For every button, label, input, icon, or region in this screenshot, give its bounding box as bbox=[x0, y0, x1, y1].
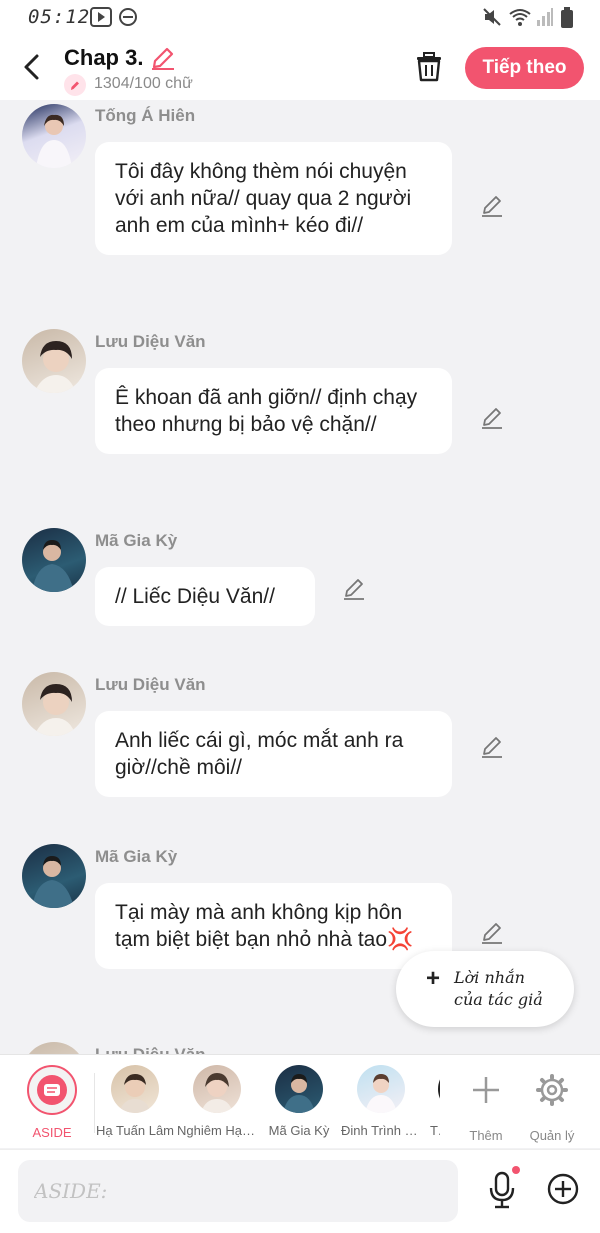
plus-icon: + bbox=[426, 965, 441, 992]
message-bubble[interactable]: Tại mày mà anh không kịp hôn tạm biệt bi… bbox=[95, 883, 452, 969]
next-button[interactable]: Tiếp theo bbox=[465, 47, 584, 89]
character-item[interactable]: Đinh Trình Hâm bbox=[341, 1065, 421, 1138]
avatar bbox=[275, 1065, 323, 1113]
character-name: Tr bbox=[430, 1123, 440, 1138]
media-player-icon bbox=[90, 7, 112, 27]
do-not-disturb-icon bbox=[119, 8, 137, 26]
avatar bbox=[111, 1065, 159, 1113]
message-bubble[interactable]: Ê khoan đã anh giỡn// định chạy theo như… bbox=[95, 368, 452, 454]
author-name: Mã Gia Kỳ bbox=[95, 531, 178, 550]
author-name: Mã Gia Kỳ bbox=[95, 847, 178, 866]
edit-message-icon[interactable] bbox=[478, 404, 506, 432]
author-name: Tống Á Hiên bbox=[95, 106, 196, 125]
header: Chap 3. 1304/100 chữ Tiếp theo bbox=[0, 36, 600, 100]
edit-message-icon[interactable] bbox=[478, 192, 506, 220]
message-bubble[interactable]: Tôi đây không thèm nói chuyện với anh nữ… bbox=[95, 142, 452, 255]
avatar bbox=[193, 1065, 241, 1113]
author-note-button[interactable]: + Lời nhắn của tác giả bbox=[396, 951, 574, 1027]
delete-button[interactable] bbox=[414, 52, 444, 82]
avatar[interactable] bbox=[22, 1042, 86, 1054]
wifi-icon bbox=[509, 9, 531, 26]
character-bar: ASIDE Hạ Tuấn Lâm Nghiêm Hạo Tường Mã Gi… bbox=[0, 1054, 600, 1148]
plus-icon bbox=[473, 1077, 499, 1103]
avatar[interactable] bbox=[22, 844, 86, 908]
input-bar bbox=[0, 1149, 600, 1233]
avatar[interactable] bbox=[22, 329, 86, 393]
mute-icon bbox=[483, 8, 501, 26]
avatar bbox=[438, 1065, 440, 1113]
manage-button[interactable]: Quản lý bbox=[517, 1065, 587, 1143]
microphone-button[interactable] bbox=[486, 1170, 518, 1210]
add-character-button[interactable]: Thêm bbox=[451, 1065, 521, 1143]
edit-message-icon[interactable] bbox=[478, 919, 506, 947]
character-name: Nghiêm Hạo Tường bbox=[177, 1123, 257, 1138]
character-name: Mã Gia Kỳ bbox=[268, 1123, 330, 1138]
message-input[interactable] bbox=[18, 1160, 458, 1222]
chapter-title: Chap 3. bbox=[64, 45, 144, 70]
character-item[interactable]: Hạ Tuấn Lâm bbox=[95, 1065, 175, 1138]
character-item[interactable]: Tr bbox=[410, 1065, 440, 1138]
gear-icon bbox=[536, 1074, 568, 1106]
character-name: Đinh Trình Hâm bbox=[341, 1123, 421, 1138]
author-note-label: Lời nhắn của tác giả bbox=[454, 968, 543, 1009]
avatar bbox=[357, 1065, 405, 1113]
message-bubble[interactable]: Anh liếc cái gì, móc mắt anh ra giờ//chề… bbox=[95, 711, 452, 797]
message-bubble[interactable]: // Liếc Diệu Văn// bbox=[95, 567, 315, 626]
signal-icon bbox=[537, 8, 553, 26]
back-button[interactable] bbox=[16, 50, 50, 84]
character-name: Hạ Tuấn Lâm bbox=[95, 1123, 175, 1138]
status-bar: 05:12 bbox=[0, 0, 600, 36]
edit-title-icon[interactable] bbox=[148, 45, 176, 71]
manage-label: Quản lý bbox=[529, 1128, 575, 1143]
edit-message-icon[interactable] bbox=[478, 733, 506, 761]
word-count: 1304/100 chữ bbox=[94, 75, 193, 92]
author-name: Lưu Diệu Văn bbox=[95, 332, 206, 351]
status-time: 05:12 bbox=[28, 6, 91, 28]
edit-message-icon[interactable] bbox=[340, 575, 368, 603]
add-button[interactable] bbox=[546, 1172, 580, 1206]
avatar[interactable] bbox=[22, 672, 86, 736]
chat-area[interactable]: Tống Á Hiên Tôi đây không thèm nói chuyệ… bbox=[0, 100, 600, 1054]
add-label: Thêm bbox=[469, 1128, 503, 1143]
character-item[interactable]: Mã Gia Kỳ bbox=[259, 1065, 339, 1138]
word-count-icon bbox=[64, 74, 86, 96]
aside-icon bbox=[27, 1065, 77, 1115]
avatar[interactable] bbox=[22, 104, 86, 168]
avatar[interactable] bbox=[22, 528, 86, 592]
notification-dot bbox=[512, 1166, 520, 1174]
character-name: ASIDE bbox=[32, 1125, 72, 1140]
author-name: Lưu Diệu Văn bbox=[95, 1045, 206, 1054]
character-item[interactable]: Nghiêm Hạo Tường bbox=[177, 1065, 257, 1138]
author-name: Lưu Diệu Văn bbox=[95, 675, 206, 694]
character-aside[interactable]: ASIDE bbox=[12, 1065, 92, 1140]
battery-icon bbox=[561, 7, 573, 28]
